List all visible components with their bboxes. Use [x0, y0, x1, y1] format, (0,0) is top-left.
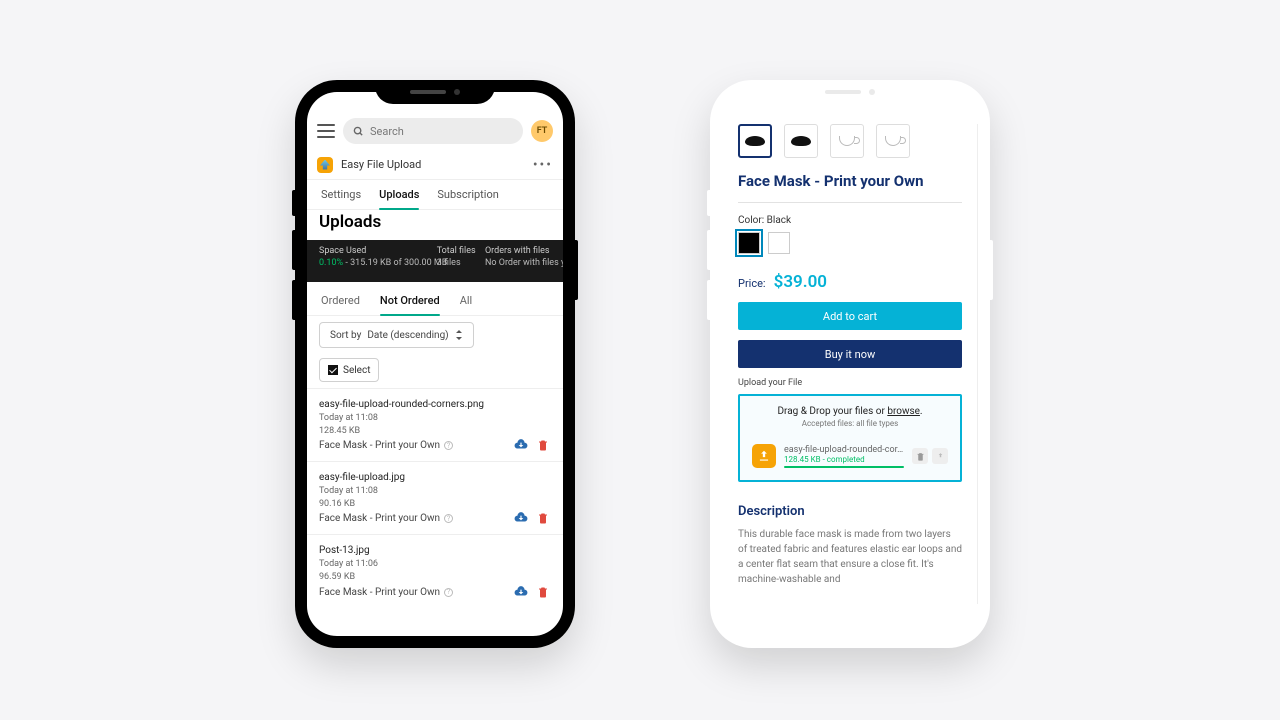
stat-files-label: Total files — [437, 246, 467, 256]
list-item[interactable]: Post-13.jpg Today at 11:06 96.59 KB Face… — [307, 534, 563, 607]
tab-subscription[interactable]: Subscription — [437, 180, 498, 209]
stats-bar: Space Used 0.10% - 315.19 KB of 300.00 M… — [307, 240, 563, 282]
phone-storefront: Face Mask - Print your Own Color: Black … — [710, 80, 990, 648]
sort-arrows-icon — [455, 330, 463, 340]
delete-icon[interactable] — [535, 584, 551, 600]
stat-orders-label: Orders with files — [485, 246, 551, 256]
thumb-cup-2[interactable] — [876, 124, 910, 158]
phone-admin: Search FT Easy File Upload ••• Settings … — [295, 80, 575, 648]
info-icon[interactable]: ? — [444, 441, 453, 450]
description-body: This durable face mask is made from two … — [738, 527, 962, 587]
file-product: Face Mask - Print your Own — [319, 587, 440, 598]
swatch-black[interactable] — [738, 232, 760, 254]
sort-dropdown[interactable]: Sort by Date (descending) — [319, 322, 474, 348]
upload-label: Upload your File — [738, 378, 962, 388]
app-icon — [317, 157, 333, 173]
phone-notch — [790, 80, 910, 104]
uploaded-file-status: 128.45 KB - completed — [784, 455, 904, 464]
file-name: easy-file-upload-rounded-corners.png — [319, 399, 551, 410]
thumb-cup-1[interactable] — [830, 124, 864, 158]
file-time: Today at 11:06 — [319, 558, 551, 571]
search-input[interactable]: Search — [343, 118, 523, 144]
main-tabs: Settings Uploads Subscription — [307, 180, 563, 210]
info-icon[interactable]: ? — [444, 514, 453, 523]
upload-list: easy-file-upload-rounded-corners.png Tod… — [307, 388, 563, 636]
upload-progress-bar — [784, 466, 904, 468]
file-size: 128.45 KB — [319, 425, 551, 438]
swatch-white[interactable] — [768, 232, 790, 254]
file-type-icon — [752, 444, 776, 468]
add-to-cart-button[interactable]: Add to cart — [738, 302, 962, 330]
more-icon[interactable]: ••• — [533, 157, 553, 173]
file-name: Post-13.jpg — [319, 545, 551, 556]
page-title: Uploads — [319, 212, 381, 232]
delete-icon[interactable] — [535, 510, 551, 526]
subtab-all[interactable]: All — [460, 286, 473, 315]
file-time: Today at 11:08 — [319, 412, 551, 425]
color-swatches — [738, 232, 962, 254]
browse-link[interactable]: browse — [887, 406, 920, 417]
tab-settings[interactable]: Settings — [321, 180, 361, 209]
subtab-ordered[interactable]: Ordered — [321, 286, 360, 315]
buy-now-button[interactable]: Buy it now — [738, 340, 962, 368]
stat-space-label: Space Used — [319, 246, 419, 256]
search-placeholder: Search — [370, 125, 404, 138]
thumb-mask-black[interactable] — [738, 124, 772, 158]
color-value: Black — [767, 215, 791, 226]
file-product: Face Mask - Print your Own — [319, 513, 440, 524]
info-icon[interactable]: ? — [444, 588, 453, 597]
select-button[interactable]: Select — [319, 358, 379, 382]
app-header: Easy File Upload ••• — [307, 150, 563, 180]
stat-files-value: 3 files — [437, 258, 467, 268]
price-label: Price: — [738, 277, 766, 290]
price-value: $39.00 — [774, 272, 827, 292]
thumb-mask-black-alt[interactable] — [784, 124, 818, 158]
phone-notch — [375, 80, 495, 104]
file-time: Today at 11:08 — [319, 485, 551, 498]
list-item[interactable]: easy-file-upload.jpg Today at 11:08 90.1… — [307, 461, 563, 534]
checkbox-icon — [328, 365, 338, 375]
file-product: Face Mask - Print your Own — [319, 440, 440, 451]
menu-icon[interactable] — [317, 124, 335, 138]
upload-dropzone[interactable]: Drag & Drop your files or browse. Accept… — [738, 394, 962, 482]
download-icon[interactable] — [513, 510, 529, 526]
stat-space-pct: 0.10% — [319, 258, 343, 268]
file-size: 90.16 KB — [319, 498, 551, 511]
tab-uploads[interactable]: Uploads — [379, 180, 419, 209]
description-title: Description — [738, 504, 962, 519]
sub-tabs: Ordered Not Ordered All — [307, 286, 563, 316]
subtab-not-ordered[interactable]: Not Ordered — [380, 286, 440, 315]
file-name: easy-file-upload.jpg — [319, 472, 551, 483]
uploaded-file-name: easy-file-upload-rounded-cor… — [784, 445, 904, 455]
file-reupload-icon[interactable] — [932, 448, 948, 464]
product-thumbnails — [738, 124, 962, 158]
search-icon — [353, 126, 364, 137]
file-size: 96.59 KB — [319, 571, 551, 584]
uploaded-file-row: easy-file-upload-rounded-cor… 128.45 KB … — [752, 444, 948, 468]
avatar[interactable]: FT — [531, 120, 553, 142]
stat-space-rest: - 315.19 KB of 300.00 MB — [343, 258, 447, 268]
delete-icon[interactable] — [535, 437, 551, 453]
color-label: Color: — [738, 215, 764, 226]
list-item[interactable]: easy-file-upload-rounded-corners.png Tod… — [307, 388, 563, 461]
download-icon[interactable] — [513, 437, 529, 453]
file-delete-icon[interactable] — [912, 448, 928, 464]
app-name: Easy File Upload — [341, 158, 421, 171]
download-icon[interactable] — [513, 584, 529, 600]
stat-orders-value: No Order with files ye — [485, 258, 551, 268]
product-title: Face Mask - Print your Own — [738, 172, 962, 190]
dropzone-subtext: Accepted files: all file types — [752, 419, 948, 428]
